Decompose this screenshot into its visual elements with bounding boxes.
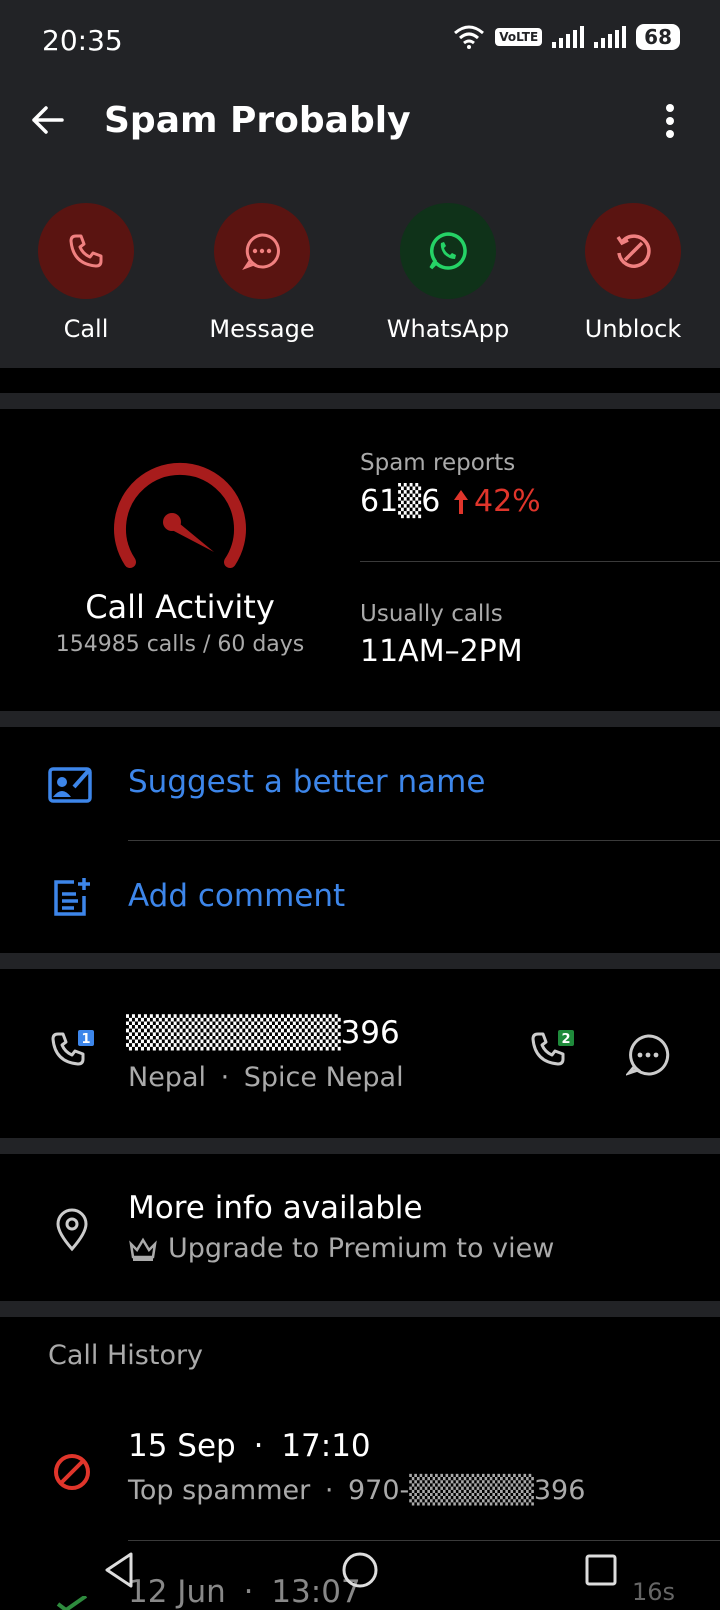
section-divider — [0, 953, 720, 969]
sms-icon[interactable] — [626, 1033, 670, 1077]
status-icons: VoLTE 68 — [453, 24, 680, 50]
volte-icon: VoLTE — [495, 28, 543, 46]
country-label: Nepal — [128, 1062, 206, 1093]
history-row[interactable] — [0, 1402, 720, 1540]
nav-back-icon[interactable] — [101, 1550, 137, 1590]
unblock-button[interactable]: Unblock — [563, 203, 703, 343]
more-info-title: More info available — [128, 1190, 423, 1226]
nav-recents-icon[interactable] — [583, 1552, 619, 1588]
call-label: Call — [63, 315, 109, 343]
blocked-icon — [54, 1454, 90, 1490]
message-icon — [242, 233, 280, 271]
status-time: 20:35 — [42, 24, 123, 57]
call-activity-subtitle: 154985 calls / 60 days — [55, 632, 305, 657]
usually-calls-label: Usually calls — [360, 601, 503, 627]
spam-reports-value: 61▒6 — [360, 484, 441, 519]
whatsapp-circle — [400, 203, 496, 299]
carrier-label: Spice Nepal — [243, 1062, 404, 1093]
history-date: 15 Sep — [128, 1428, 236, 1464]
sim2-call-icon[interactable]: 2 — [530, 1030, 576, 1074]
stat-divider — [360, 561, 720, 562]
add-comment-row[interactable] — [0, 842, 720, 952]
phone-number: ▒▒▒▒▒▒▒▒▒396 — [126, 1015, 400, 1051]
history-meta: Top spammer · 970-▒▒▒▒▒▒396 — [128, 1475, 586, 1506]
location-pin-icon — [56, 1208, 88, 1252]
add-comment-icon — [54, 878, 90, 916]
history-number: 970-▒▒▒▒▒▒396 — [348, 1475, 586, 1506]
section-divider — [0, 1301, 720, 1317]
premium-label: Upgrade to Premium to view — [168, 1233, 555, 1264]
arrow-up-icon — [454, 489, 468, 514]
section-divider — [0, 711, 720, 727]
usually-calls-value: 11AM–2PM — [360, 634, 523, 669]
spam-reports-label: Spam reports — [360, 450, 516, 476]
add-comment-link[interactable]: Add comment — [128, 878, 345, 914]
wifi-icon — [454, 25, 485, 49]
battery-icon: 68 — [636, 24, 680, 50]
edit-name-icon — [48, 767, 92, 803]
phone-icon — [69, 234, 103, 268]
more-options-icon[interactable] — [664, 104, 676, 138]
whatsapp-icon — [429, 232, 467, 270]
link-divider — [128, 840, 720, 841]
nav-home-icon[interactable] — [340, 1550, 380, 1590]
call-history-heading: Call History — [48, 1340, 204, 1371]
history-time: 17:10 — [281, 1428, 371, 1464]
call-activity-title: Call Activity — [85, 588, 275, 626]
back-arrow-icon[interactable] — [30, 104, 66, 136]
unblock-circle — [585, 203, 681, 299]
signal-icon — [552, 26, 585, 48]
sim1-call-icon[interactable]: 1 — [50, 1030, 96, 1074]
whatsapp-button[interactable]: WhatsApp — [378, 203, 518, 343]
spam-reports-change-wrap: 42% — [452, 484, 541, 519]
message-button[interactable]: Message — [192, 203, 332, 343]
call-circle — [38, 203, 134, 299]
phone-number-masked: ▒▒▒▒▒▒▒▒▒396 — [126, 1015, 400, 1051]
history-label: Top spammer — [128, 1475, 311, 1506]
signal-icon-2 — [594, 26, 627, 48]
suggest-name-link[interactable]: Suggest a better name — [128, 764, 485, 800]
history-datetime: 15 Sep · 17:10 — [128, 1428, 371, 1464]
page-title: Spam Probably — [104, 100, 411, 141]
spam-reports-change: 42% — [474, 484, 541, 519]
navigation-bar — [0, 1530, 720, 1610]
sim1-badge: 1 — [81, 1032, 90, 1047]
sim2-badge: 2 — [561, 1032, 570, 1047]
number-meta: Nepal · Spice Nepal — [128, 1062, 404, 1093]
gauge-icon — [114, 462, 246, 568]
unblock-icon — [616, 234, 651, 268]
unblock-label: Unblock — [584, 315, 682, 343]
section-divider — [0, 1138, 720, 1154]
call-button[interactable]: Call — [16, 203, 156, 343]
message-label: Message — [209, 315, 315, 343]
premium-upsell[interactable]: Upgrade to Premium to view — [128, 1233, 554, 1264]
whatsapp-label: WhatsApp — [386, 315, 510, 343]
message-circle — [214, 203, 310, 299]
crown-icon — [129, 1237, 157, 1261]
section-divider — [0, 393, 720, 409]
